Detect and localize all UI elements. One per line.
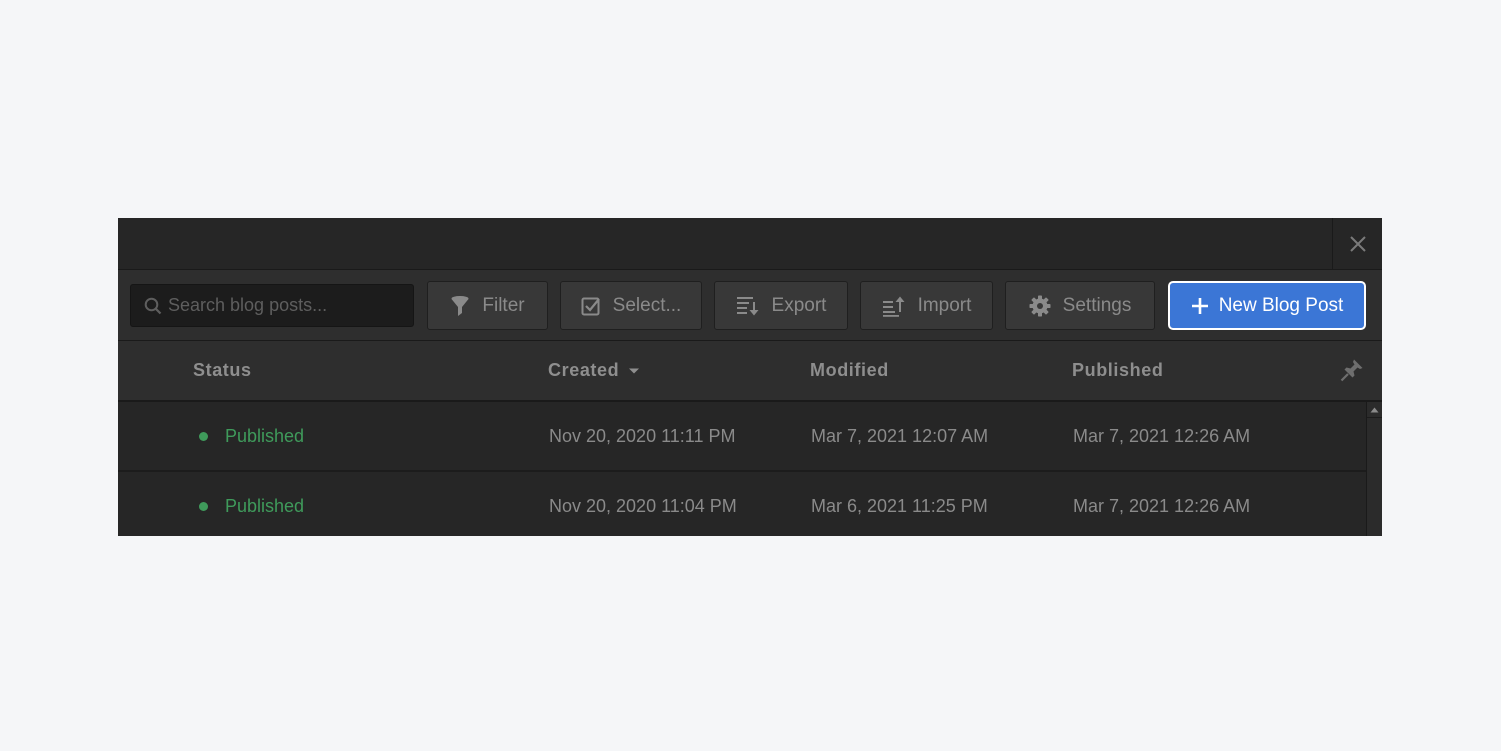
import-label: Import: [917, 294, 972, 316]
search-icon: [144, 297, 162, 314]
table-body: Published Nov 20, 2020 11:11 PM Mar 7, 2…: [118, 402, 1366, 536]
arrow-up-icon: [1370, 407, 1379, 412]
export-label: Export: [771, 294, 827, 316]
filter-button[interactable]: Filter: [427, 281, 548, 330]
created-cell: Nov 20, 2020 11:11 PM: [549, 425, 736, 446]
gear-icon: [1029, 295, 1051, 316]
plus-icon: [1191, 297, 1208, 314]
status-badge: Published: [225, 495, 305, 516]
cms-collection-panel: Filter Select... Export: [118, 218, 1382, 536]
status-cell: Published: [199, 402, 304, 470]
toolbar: Filter Select... Export: [118, 270, 1382, 341]
column-header-published[interactable]: Published: [1072, 341, 1163, 400]
table-row[interactable]: Published Nov 20, 2020 11:11 PM Mar 7, 2…: [118, 402, 1366, 472]
new-blog-post-label: New Blog Post: [1218, 294, 1344, 316]
published-cell: Mar 7, 2021 12:26 AM: [1073, 495, 1251, 516]
select-label: Select...: [612, 294, 682, 316]
search-input[interactable]: [168, 295, 398, 316]
column-header-status[interactable]: Status: [193, 341, 252, 400]
close-button[interactable]: [1332, 218, 1382, 269]
settings-label: Settings: [1062, 294, 1132, 316]
settings-button[interactable]: Settings: [1005, 281, 1155, 330]
export-icon: [736, 296, 759, 315]
column-header-modified[interactable]: Modified: [810, 341, 889, 400]
created-cell: Nov 20, 2020 11:04 PM: [549, 495, 737, 516]
published-cell: Mar 7, 2021 12:26 AM: [1073, 425, 1251, 446]
new-blog-post-button[interactable]: New Blog Post: [1168, 281, 1366, 330]
checkbox-icon: [581, 297, 600, 315]
pin-icon: [1340, 359, 1363, 382]
close-icon: [1349, 235, 1366, 252]
export-button[interactable]: Export: [714, 281, 848, 330]
status-dot-icon: [199, 501, 208, 511]
filter-icon: [451, 295, 469, 316]
modified-cell: Mar 7, 2021 12:07 AM: [811, 425, 989, 446]
status-cell: Published: [199, 472, 304, 536]
sort-descending-icon: [629, 368, 640, 373]
import-button[interactable]: Import: [860, 281, 993, 330]
scroll-up-button[interactable]: [1367, 402, 1382, 418]
pin-columns-button[interactable]: [1340, 358, 1364, 387]
panel-header: [118, 218, 1382, 270]
status-dot-icon: [199, 431, 208, 441]
select-button[interactable]: Select...: [560, 281, 702, 330]
filter-label: Filter: [482, 294, 525, 316]
search-box[interactable]: [130, 284, 414, 327]
vertical-scrollbar[interactable]: [1366, 402, 1382, 536]
table-row[interactable]: Published Nov 20, 2020 11:04 PM Mar 6, 2…: [118, 472, 1366, 536]
column-header-created[interactable]: Created: [548, 341, 640, 400]
modified-cell: Mar 6, 2021 11:25 PM: [811, 495, 988, 516]
table-header: Status Created Modified Published: [118, 341, 1382, 402]
import-icon: [882, 296, 905, 317]
status-badge: Published: [225, 425, 305, 446]
